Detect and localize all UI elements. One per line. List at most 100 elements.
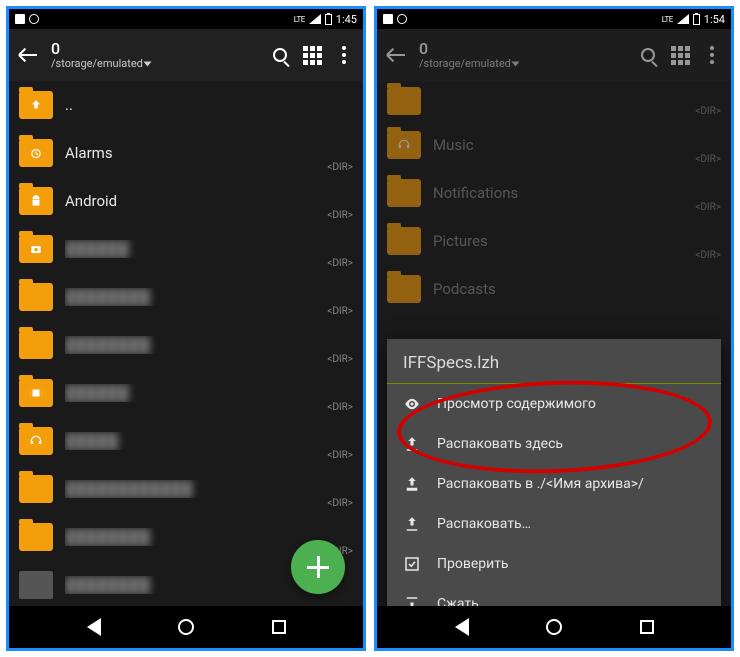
nav-recent-button[interactable]	[640, 620, 654, 634]
item-label: ████████	[65, 288, 353, 306]
status-bar: LTE 1:45	[9, 9, 363, 29]
lte-icon: LTE	[294, 15, 305, 24]
lte-icon: LTE	[662, 15, 673, 24]
context-menu-title: IFFSpecs.lzh	[387, 339, 721, 384]
folder-icon	[19, 523, 53, 551]
item-label: ████████████	[65, 480, 353, 498]
nav-home-button[interactable]	[546, 619, 562, 635]
back-button[interactable]	[387, 46, 405, 64]
alarm-icon	[19, 139, 53, 167]
dir-tag: <DIR>	[327, 450, 353, 461]
notification-icon	[29, 14, 39, 24]
list-item[interactable]: █████ <DIR>	[9, 417, 363, 465]
search-button[interactable]	[271, 46, 289, 64]
movie-icon	[19, 379, 53, 407]
toolbar-title: 0	[419, 40, 518, 58]
path-dropdown[interactable]: 0 /storage/emulated	[51, 40, 150, 70]
list-item[interactable]: ████████████ <DIR>	[9, 465, 363, 513]
toolbar-title: 0	[51, 40, 150, 58]
notification-icon	[397, 14, 407, 24]
system-nav-bar	[377, 606, 731, 648]
ctx-view-contents[interactable]: Просмотр содержимого	[387, 384, 721, 424]
dir-tag: <DIR>	[327, 258, 353, 269]
folder-icon	[19, 283, 53, 311]
fab-add-button[interactable]	[291, 540, 345, 594]
list-item[interactable]: ██████ <DIR>	[9, 369, 363, 417]
ctx-extract-to-folder[interactable]: Распаковать в ./<Имя архива>/	[387, 464, 721, 504]
toolbar-path: /storage/emulated	[51, 58, 143, 70]
dropdown-icon	[143, 61, 151, 66]
up-arrow-icon	[19, 91, 53, 119]
compress-icon	[403, 595, 421, 606]
ctx-extract-here[interactable]: Распаковать здесь	[387, 424, 721, 464]
android-icon	[19, 187, 53, 215]
list-item[interactable]: ████████ <DIR>	[9, 321, 363, 369]
folder-icon	[19, 331, 53, 359]
overflow-menu-button[interactable]	[703, 46, 721, 64]
extract-here-icon	[403, 435, 421, 453]
item-label: ██████	[65, 240, 353, 258]
file-icon	[19, 571, 53, 599]
ctx-label: Сжать…	[437, 596, 488, 606]
clock: 1:54	[704, 13, 725, 26]
phone-right: LTE 1:54 0 /storage/emulated x <DIR>	[374, 6, 734, 651]
dir-tag: <DIR>	[327, 162, 353, 173]
item-label: ████████	[65, 336, 353, 354]
view-grid-button[interactable]	[671, 46, 689, 64]
ctx-label: Просмотр содержимого	[437, 396, 596, 412]
list-item[interactable]: Alarms <DIR>	[9, 129, 363, 177]
check-icon	[403, 555, 421, 573]
ctx-label: Распаковать здесь	[437, 436, 563, 452]
item-label: ..	[65, 96, 353, 114]
eye-icon	[403, 395, 421, 413]
search-button[interactable]	[639, 46, 657, 64]
dir-tag: <DIR>	[327, 402, 353, 413]
ctx-extract[interactable]: Распаковать…	[387, 504, 721, 544]
app-toolbar: 0 /storage/emulated	[9, 29, 363, 81]
extract-to-icon	[403, 475, 421, 493]
dir-tag: <DIR>	[327, 498, 353, 509]
phone-left: LTE 1:45 0 /storage/emulated .. Alarms <…	[6, 6, 366, 651]
toolbar-path: /storage/emulated	[419, 58, 511, 70]
clock: 1:45	[336, 13, 357, 26]
list-item[interactable]: ████████ <DIR>	[9, 273, 363, 321]
nav-back-button[interactable]	[455, 618, 469, 636]
app-toolbar: 0 /storage/emulated	[377, 29, 731, 81]
nav-recent-button[interactable]	[272, 620, 286, 634]
battery-icon	[325, 14, 332, 25]
path-dropdown[interactable]: 0 /storage/emulated	[419, 40, 518, 70]
nav-back-button[interactable]	[87, 618, 101, 636]
signal-icon	[309, 14, 321, 24]
dir-tag: <DIR>	[327, 210, 353, 221]
file-list[interactable]: .. Alarms <DIR> Android <DIR> ██████ <DI…	[9, 81, 363, 606]
file-list: x <DIR> Music <DIR> Notifications <DIR> …	[377, 81, 731, 606]
overflow-menu-button[interactable]	[335, 46, 353, 64]
dir-tag: <DIR>	[327, 354, 353, 365]
context-menu: IFFSpecs.lzh Просмотр содержимого Распак…	[387, 339, 721, 606]
back-button[interactable]	[19, 46, 37, 64]
system-nav-bar	[9, 606, 363, 648]
dropdown-icon	[511, 61, 519, 66]
nav-home-button[interactable]	[178, 619, 194, 635]
list-item-parent[interactable]: ..	[9, 81, 363, 129]
item-label: Android	[65, 192, 353, 210]
signal-icon	[677, 14, 689, 24]
battery-icon	[693, 14, 700, 25]
folder-icon	[19, 475, 53, 503]
dir-tag: <DIR>	[327, 306, 353, 317]
music-icon	[19, 427, 53, 455]
status-bar: LTE 1:54	[377, 9, 731, 29]
item-label: █████	[65, 432, 353, 450]
extract-icon	[403, 515, 421, 533]
list-item[interactable]: Android <DIR>	[9, 177, 363, 225]
list-item[interactable]: ██████ <DIR>	[9, 225, 363, 273]
ctx-compress[interactable]: Сжать…	[387, 584, 721, 606]
camera-icon	[19, 235, 53, 263]
sd-card-icon	[15, 14, 25, 24]
ctx-label: Проверить	[437, 556, 509, 572]
item-label: Alarms	[65, 144, 353, 162]
ctx-label: Распаковать в ./<Имя архива>/	[437, 476, 644, 492]
modal-overlay[interactable]: IFFSpecs.lzh Просмотр содержимого Распак…	[377, 81, 731, 606]
view-grid-button[interactable]	[303, 46, 321, 64]
ctx-test[interactable]: Проверить	[387, 544, 721, 584]
